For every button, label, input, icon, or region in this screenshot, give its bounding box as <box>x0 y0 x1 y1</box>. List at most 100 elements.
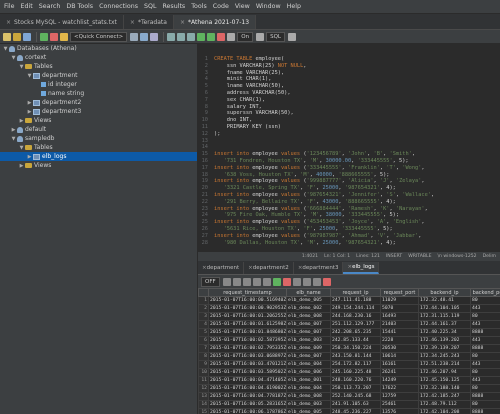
table-cell[interactable]: 172.32.48.41 <box>418 296 471 305</box>
connect-icon[interactable] <box>40 32 48 41</box>
column-header[interactable]: backend_port <box>470 288 500 297</box>
table-row[interactable]: 9 2015-01-07T16:00:03.470121Z elb_demo_004… <box>198 360 500 369</box>
table-cell[interactable]: elb_demo_009 <box>286 344 331 353</box>
table-cell[interactable]: 172.46.139.202 <box>418 336 471 345</box>
table-cell[interactable]: 25461 <box>380 400 419 409</box>
table-cell[interactable]: 250.34.150.224 <box>330 344 381 353</box>
table-cell[interactable]: 8888 <box>470 392 500 401</box>
table-row[interactable]: 2 2015-01-07T16:00:00.902953Z elb_demo_002… <box>198 304 500 313</box>
tree-item[interactable]: ▶ Views <box>0 116 197 125</box>
table-cell[interactable]: 242.85.133.44 <box>330 336 381 345</box>
table-cell[interactable]: 241.91.105.63 <box>330 400 381 409</box>
table-cell[interactable]: 2015-01-07T16:00:03.470121Z <box>208 360 287 369</box>
table-cell[interactable]: 2228 <box>380 336 419 345</box>
sql-type-combo[interactable]: SQL <box>266 31 285 42</box>
table-row[interactable]: 6 2015-01-07T16:00:02.587395Z elb_demo_003… <box>198 336 500 345</box>
table-cell[interactable]: elb_demo_004 <box>286 360 331 369</box>
quick-connect-combo[interactable]: <Quick Connect> <box>70 31 128 42</box>
new-file-icon[interactable] <box>3 32 11 41</box>
table-cell[interactable]: elb_demo_003 <box>286 400 331 409</box>
tree-item[interactable]: ▼ Databases (Athena) <box>0 44 197 53</box>
result-grid[interactable]: request_timestamp elb_name request_ip reque… <box>198 288 500 414</box>
table-cell[interactable]: 443 <box>470 304 500 313</box>
format-icon[interactable] <box>167 32 176 41</box>
table-cell[interactable]: 2015-01-07T16:00:04.778187Z <box>208 392 287 401</box>
table-cell[interactable]: 14249 <box>380 376 419 385</box>
export-icon[interactable] <box>302 277 311 286</box>
document-tab[interactable]: × *Teradata <box>124 15 174 29</box>
table-cell[interactable]: 245.160.225.48 <box>330 368 381 377</box>
table-row[interactable]: 15 2015-01-07T16:00:06.178786Z elb_demo_00… <box>198 408 500 414</box>
table-cell[interactable]: 21403 <box>380 320 419 329</box>
menu-item-connections[interactable]: Connections <box>99 3 138 10</box>
table-cell[interactable]: 172.40.225.34 <box>418 328 471 337</box>
sort-icon[interactable] <box>262 277 271 286</box>
table-cell[interactable]: 2015-01-07T16:00:04.619002Z <box>208 384 287 393</box>
table-cell[interactable]: 11029 <box>380 296 419 305</box>
close-tab-icon[interactable]: × <box>180 19 185 26</box>
lightning-icon[interactable] <box>60 32 68 41</box>
table-row[interactable]: 5 2015-01-07T16:00:01.848680Z elb_demo_007… <box>198 328 500 337</box>
table-cell[interactable]: 2015-01-07T16:00:00.902953Z <box>208 304 287 313</box>
bookmark-icon[interactable] <box>287 32 296 41</box>
open-folder-icon[interactable] <box>13 32 21 41</box>
collapsed-arrow-icon[interactable]: ▶ <box>18 163 25 169</box>
table-cell[interactable]: 243.150.81.144 <box>330 352 381 361</box>
table-cell[interactable]: 80 <box>470 400 500 409</box>
table-cell[interactable]: 12759 <box>380 392 419 401</box>
table-cell[interactable]: 80 <box>470 384 500 393</box>
auto-commit-combo[interactable]: On <box>237 31 254 42</box>
table-cell[interactable]: 443 <box>470 320 500 329</box>
table-cell[interactable]: 172.32.188.140 <box>418 384 471 393</box>
table-cell[interactable]: 172.45.150.125 <box>418 376 471 385</box>
refresh-icon[interactable] <box>242 277 251 286</box>
table-cell[interactable]: 10614 <box>380 352 419 361</box>
table-row[interactable]: 13 2015-01-07T16:00:04.778187Z elb_demo_00… <box>198 392 500 401</box>
indent-icon[interactable] <box>177 32 186 41</box>
table-row[interactable]: 1 2015-01-07T16:00:00.516940Z elb_demo_005… <box>198 296 500 305</box>
search-icon[interactable] <box>252 277 261 286</box>
table-cell[interactable]: 248.160.220.76 <box>330 376 381 385</box>
chart-icon[interactable] <box>312 277 321 286</box>
collapsed-arrow-icon[interactable]: ▶ <box>10 127 17 133</box>
table-cell[interactable]: elb_demo_006 <box>286 368 331 377</box>
table-cell[interactable]: 8888 <box>470 408 500 414</box>
menu-item-window[interactable]: Window <box>256 3 281 10</box>
table-cell[interactable]: 252.140.245.68 <box>330 392 381 401</box>
table-row[interactable]: 12 2015-01-07T16:00:04.619002Z elb_demo_00… <box>198 384 500 393</box>
tree-item[interactable]: ▶ elb_logs <box>0 152 197 161</box>
expanded-arrow-icon[interactable]: ▼ <box>18 64 25 70</box>
tree-item[interactable]: ▶ department2 <box>0 98 197 107</box>
table-cell[interactable]: 244.168.230.16 <box>330 312 381 321</box>
result-tab[interactable]: × department <box>198 262 245 274</box>
tree-item[interactable]: ▼ Tables <box>0 62 197 71</box>
menu-item-view[interactable]: View <box>235 3 250 10</box>
table-cell[interactable]: elb_demo_008 <box>286 392 331 401</box>
tree-item[interactable]: name string <box>0 89 197 98</box>
table-cell[interactable]: 2015-01-07T16:00:03.589502Z <box>208 368 287 377</box>
stop-icon[interactable] <box>217 32 226 41</box>
column-header[interactable]: backend_ip <box>418 288 471 297</box>
table-cell[interactable]: 80 <box>470 296 500 305</box>
result-tab[interactable]: × elb_logs <box>343 262 380 274</box>
column-header[interactable]: request_port <box>380 288 419 297</box>
menu-item-results[interactable]: Results <box>162 3 185 10</box>
table-cell[interactable]: elb_demo_005 <box>286 296 331 305</box>
table-cell[interactable]: 251.112.129.177 <box>330 320 381 329</box>
table-cell[interactable]: elb_demo_007 <box>286 320 331 329</box>
table-cell[interactable]: elb_demo_005 <box>286 408 331 414</box>
table-cell[interactable]: 8888 <box>470 344 500 353</box>
table-cell[interactable]: 80 <box>470 368 500 377</box>
table-cell[interactable]: elb_demo_007 <box>286 352 331 361</box>
tree-item[interactable]: ▼ sampledb <box>0 134 197 143</box>
table-cell[interactable]: elb_demo_002 <box>286 304 331 313</box>
expanded-arrow-icon[interactable]: ▼ <box>2 46 9 52</box>
dropdown-icon[interactable] <box>222 277 231 286</box>
close-tab-icon[interactable]: × <box>130 19 135 26</box>
table-cell[interactable]: elb_demo_004 <box>286 384 331 393</box>
table-row[interactable]: 4 2015-01-07T16:00:01.612598Z elb_demo_007… <box>198 320 500 329</box>
table-cell[interactable]: 247.111.41.188 <box>330 296 381 305</box>
execute-icon[interactable] <box>197 32 206 41</box>
disconnect-icon[interactable] <box>50 32 58 41</box>
expanded-arrow-icon[interactable]: ▼ <box>10 136 17 142</box>
